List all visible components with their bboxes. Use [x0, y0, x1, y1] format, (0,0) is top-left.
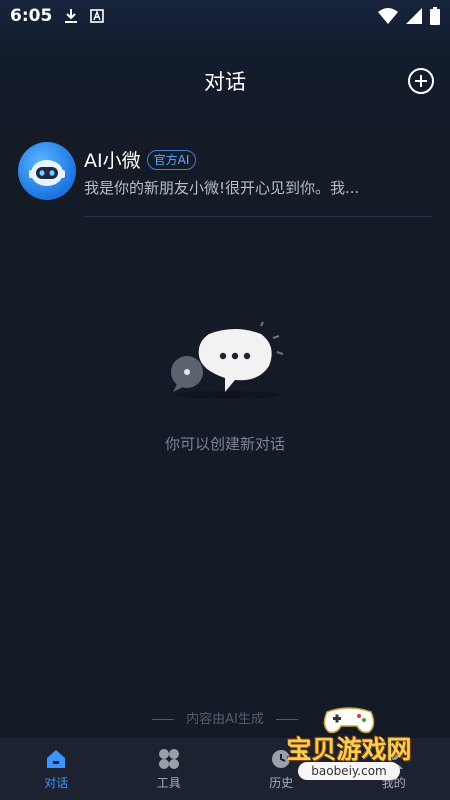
nav-item-tools[interactable]: 工具 — [113, 738, 226, 800]
wifi-icon — [378, 8, 398, 24]
status-bar: 6:05 — [0, 0, 450, 32]
signal-icon — [406, 8, 422, 24]
grid-icon — [158, 748, 179, 769]
empty-state-text: 你可以创建新对话 — [164, 435, 285, 453]
divider — [151, 719, 174, 720]
watermark-text: 宝贝游戏网 — [286, 735, 412, 764]
watermark: 宝贝游戏网 baobeiy.com — [278, 704, 420, 784]
app-notification-icon — [90, 9, 105, 23]
ai-generated-text: 内容由AI生成 — [186, 712, 264, 727]
header: 对话 — [0, 62, 450, 102]
download-icon — [65, 9, 78, 23]
avatar — [18, 142, 76, 200]
nav-item-chat[interactable]: 对话 — [0, 738, 113, 800]
robot-icon — [29, 160, 65, 186]
watermark-url: baobeiy.com — [298, 762, 400, 780]
conversation-name: AI小微 — [84, 150, 141, 172]
conversation-preview: 我是你的新朋友小微!很开心见到你。我... — [84, 179, 360, 197]
battery-icon — [430, 7, 440, 25]
status-time: 6:05 — [10, 6, 53, 26]
new-chat-button[interactable] — [408, 68, 434, 94]
nav-label-chat: 对话 — [44, 775, 69, 790]
empty-chat-illustration — [171, 321, 284, 399]
home-icon — [47, 749, 66, 768]
divider — [84, 216, 432, 217]
conversation-item[interactable]: AI小微 官方AI 我是你的新朋友小微!很开心见到你。我... — [0, 140, 450, 220]
page-title: 对话 — [204, 70, 246, 94]
official-badge: 官方AI — [146, 149, 197, 170]
nav-label-tools: 工具 — [156, 775, 181, 790]
